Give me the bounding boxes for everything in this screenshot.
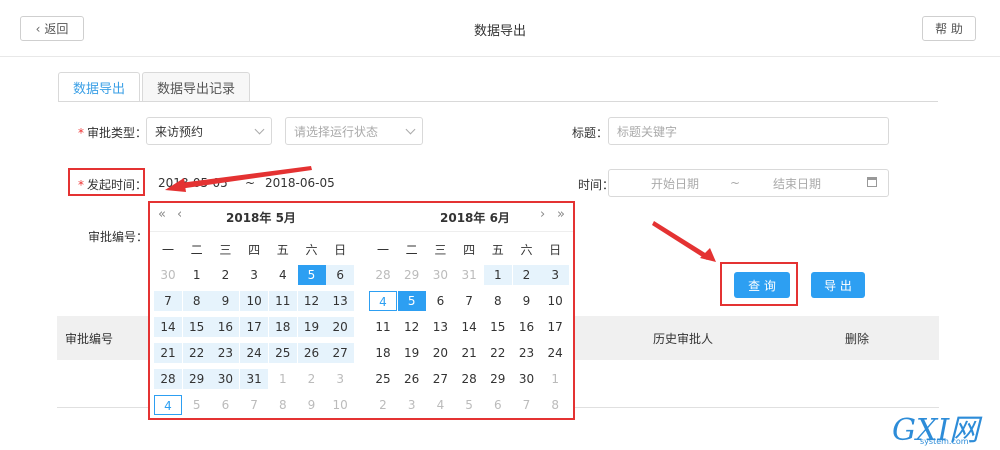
arrow-to-start-time (172, 166, 312, 190)
annotation-arrows (165, 166, 716, 262)
page: ‹ 返回 数据导出 帮 助 数据导出 数据导出记录 * 审批类型： 来访预约 请选… (0, 0, 1000, 450)
arrow-to-query (652, 221, 710, 260)
arrowhead-start-time (165, 178, 186, 192)
